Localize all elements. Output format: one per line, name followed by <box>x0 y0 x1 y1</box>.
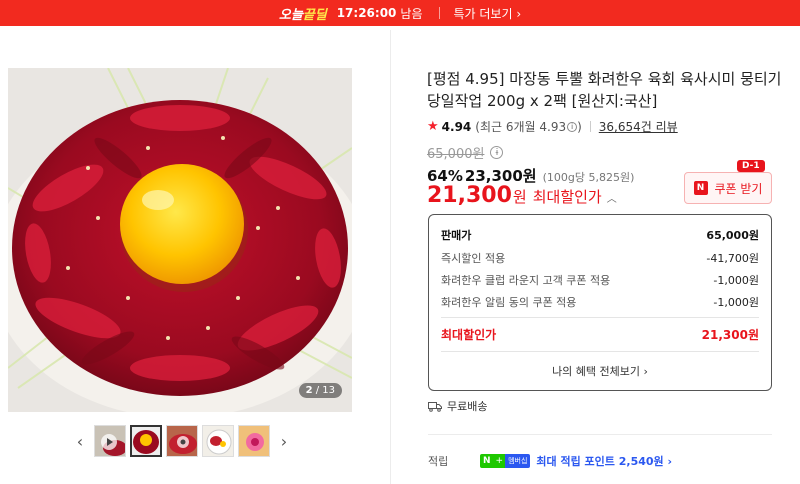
breakdown-row: 화려한우 알림 동의 쿠폰 적용 -1,000원 <box>441 296 759 309</box>
price-breakdown-panel: 판매가 65,000원 즉시할인 적용 -41,700원 화려한우 클럽 라운지 고… <box>428 214 772 391</box>
image-counter: 2 / 13 <box>298 383 342 398</box>
view-360-icon <box>167 426 197 456</box>
column-divider <box>390 30 391 484</box>
max-discount-price: 21,300 <box>427 183 512 208</box>
original-price: 65,000원 i <box>427 143 504 162</box>
truck-icon <box>428 401 442 412</box>
pack-thumbnail-icon <box>239 426 269 456</box>
dday-badge: D-1 <box>737 160 765 172</box>
thumbnail-360[interactable] <box>166 425 198 457</box>
points-label: 적립 <box>428 455 449 468</box>
thumbnail-selected[interactable] <box>130 425 162 457</box>
shipping-row: 무료배송 <box>428 398 487 414</box>
product-title: [평점 4.95] 마장동 투뿔 화려한우 육회 육사시미 뭉티기 당일작업 2… <box>427 70 782 110</box>
divider <box>438 7 440 19</box>
price-info-icon[interactable]: i <box>490 146 504 159</box>
breakdown-final-row: 최대할인가 21,300원 <box>441 328 759 342</box>
naver-n-icon: N <box>693 181 708 195</box>
all-benefits-link[interactable]: 나의 혜택 전체보기 › <box>429 363 771 379</box>
points-row: 적립 N + 멤버십 최대 적립 포인트 2,540원 › <box>428 453 778 469</box>
deal-banner: 오늘끝딜 17:26:00 남음 특가 더보기 › <box>0 0 800 26</box>
plate-thumbnail-icon <box>203 426 233 456</box>
thumbnail-strip: ‹ › <box>68 424 296 458</box>
naver-membership-badge: N + 멤버십 <box>480 454 531 468</box>
max-discount-price-row[interactable]: 21,300 원 최대할인가 ︿ <box>427 183 617 208</box>
yukhoe-thumbnail-icon <box>132 427 160 455</box>
rating-recent: (최근 6개월 4.93 <box>475 120 567 134</box>
rating-score: 4.94 <box>441 119 472 134</box>
info-icon[interactable]: i <box>567 121 578 132</box>
shipping-label: 무료배송 <box>447 400 488 413</box>
thumbnail-plate[interactable] <box>202 425 234 457</box>
breakdown-row: 즉시할인 적용 -41,700원 <box>441 252 759 265</box>
breakdown-row: 화려한우 클럽 라운지 고객 쿠폰 적용 -1,000원 <box>441 274 759 287</box>
thumbnail-pack[interactable] <box>238 425 270 457</box>
chevron-left-icon[interactable]: ‹ <box>68 429 92 453</box>
star-icon: ★ <box>427 119 439 134</box>
breakdown-row: 판매가 65,000원 <box>441 229 759 242</box>
divider <box>441 317 759 318</box>
deal-brand: 오늘끝딜 <box>278 7 327 23</box>
max-points-link[interactable]: 최대 적립 포인트 2,540원 › <box>536 453 672 469</box>
yukhoe-image <box>8 68 352 412</box>
coupon-button[interactable]: N 쿠폰 받기 <box>684 172 772 204</box>
thumbnail-video[interactable] <box>94 425 126 457</box>
divider <box>428 434 772 435</box>
rating-recent-close: ) <box>577 119 582 134</box>
deal-timer: 17:26:00 <box>336 6 397 20</box>
deal-timer-suffix: 남음 <box>400 6 423 21</box>
rating-row: ★ 4.94 (최근 6개월 4.93 i ) 36,654건 리뷰 <box>427 118 678 135</box>
chevron-up-icon[interactable]: ︿ <box>607 190 617 205</box>
divider <box>589 121 591 132</box>
original-price-value: 65,000원 <box>427 147 485 162</box>
divider <box>441 351 759 352</box>
video-thumbnail-icon <box>95 426 125 456</box>
coupon-button-label: 쿠폰 받기 <box>714 181 763 196</box>
more-deals-link[interactable]: 특가 더보기 › <box>454 5 522 22</box>
review-count-link[interactable]: 36,654건 리뷰 <box>599 118 678 135</box>
chevron-right-icon[interactable]: › <box>272 429 296 453</box>
product-main-image[interactable]: 2 / 13 <box>8 68 352 412</box>
max-discount-won: 원 <box>512 188 527 206</box>
max-discount-label: 최대할인가 <box>532 188 602 206</box>
